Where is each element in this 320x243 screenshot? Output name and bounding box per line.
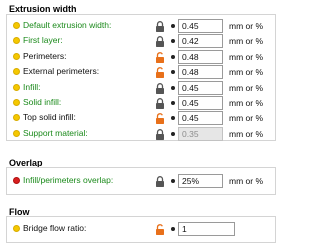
mode-bullet-icon bbox=[13, 129, 20, 137]
unit-label: mm or % bbox=[229, 67, 263, 78]
unit-label: mm or % bbox=[229, 128, 263, 139]
reset-dot-icon[interactable] bbox=[171, 70, 175, 75]
setting-label: External perimeters: bbox=[23, 66, 100, 77]
setting-label: Bridge flow ratio: bbox=[23, 223, 87, 233]
setting-label: Infill/perimeters overlap: bbox=[23, 175, 114, 185]
setting-label: First layer: bbox=[23, 35, 63, 46]
unit-label: mm or % bbox=[229, 98, 263, 108]
reset-dot-icon[interactable] bbox=[171, 227, 175, 231]
unit-label: mm or % bbox=[229, 21, 263, 31]
unlock-icon[interactable] bbox=[155, 224, 165, 235]
setting-row-infill-perimeters-overlap: Infill/perimeters overlap: mm or % bbox=[0, 174, 279, 188]
external-perimeters-input[interactable] bbox=[178, 65, 223, 80]
reset-dot-icon[interactable] bbox=[171, 24, 175, 28]
reset-dot-icon[interactable] bbox=[171, 54, 175, 59]
setting-row-infill: Infill: mm or % bbox=[0, 80, 279, 95]
setting-row-support-material: Support material: mm or % bbox=[0, 126, 279, 141]
infill-perimeters-overlap-input[interactable] bbox=[178, 174, 223, 188]
lock-icon[interactable] bbox=[155, 21, 165, 32]
setting-row-bridge-flow-ratio: Bridge flow ratio: bbox=[0, 222, 279, 236]
mode-bullet-icon bbox=[13, 52, 20, 60]
first-layer-input[interactable] bbox=[178, 34, 223, 49]
mode-bullet-icon bbox=[13, 114, 20, 122]
lock-icon[interactable] bbox=[155, 82, 165, 94]
reset-dot-icon[interactable] bbox=[171, 85, 175, 90]
setting-row-external-perimeters: External perimeters: mm or % bbox=[0, 65, 279, 80]
mode-bullet-icon bbox=[13, 99, 20, 106]
setting-row-top-solid-infill: Top solid infill: mm or % bbox=[0, 111, 279, 126]
reset-dot-icon[interactable] bbox=[171, 116, 175, 121]
reset-dot-icon[interactable] bbox=[171, 101, 175, 105]
reset-dot-icon[interactable] bbox=[171, 179, 175, 183]
setting-row-solid-infill: Solid infill: mm or % bbox=[0, 96, 279, 110]
lock-icon[interactable] bbox=[155, 36, 165, 48]
reset-dot-icon[interactable] bbox=[171, 39, 175, 44]
setting-row-first-layer: First layer: mm or % bbox=[0, 34, 279, 49]
mode-bullet-icon bbox=[13, 177, 20, 184]
lock-icon[interactable] bbox=[155, 128, 165, 140]
setting-label: Infill: bbox=[23, 81, 41, 92]
mode-bullet-icon bbox=[13, 225, 20, 232]
support-material-input[interactable] bbox=[178, 126, 223, 141]
mode-bullet-icon bbox=[13, 83, 20, 91]
setting-label: Support material: bbox=[23, 127, 88, 138]
solid-infill-input[interactable] bbox=[178, 96, 223, 110]
unit-label: mm or % bbox=[229, 51, 263, 62]
top-solid-infill-input[interactable] bbox=[178, 111, 223, 126]
setting-label: Top solid infill: bbox=[23, 112, 76, 123]
unit-label: mm or % bbox=[229, 176, 263, 186]
mode-bullet-icon bbox=[13, 22, 20, 29]
setting-row-default-extrusion-width: Default extrusion width: mm or % bbox=[0, 19, 279, 33]
lock-icon[interactable] bbox=[155, 98, 165, 109]
unlock-icon[interactable] bbox=[155, 51, 165, 63]
unit-label: mm or % bbox=[229, 36, 263, 47]
lock-icon[interactable] bbox=[155, 176, 165, 187]
bridge-flow-ratio-input[interactable] bbox=[178, 222, 235, 236]
unit-label: mm or % bbox=[229, 113, 263, 124]
unlock-icon[interactable] bbox=[155, 67, 165, 79]
infill-input[interactable] bbox=[178, 80, 223, 95]
mode-bullet-icon bbox=[13, 68, 20, 76]
mode-bullet-icon bbox=[13, 37, 20, 45]
setting-label: Solid infill: bbox=[23, 97, 62, 107]
setting-row-perimeters: Perimeters: mm or % bbox=[0, 49, 279, 64]
section-title-extrusion-width: Extrusion width bbox=[9, 4, 77, 14]
unlock-icon[interactable] bbox=[155, 113, 165, 125]
reset-dot-icon[interactable] bbox=[171, 131, 175, 136]
setting-label: Default extrusion width: bbox=[23, 20, 112, 30]
setting-label: Perimeters: bbox=[23, 50, 67, 61]
unit-label: mm or % bbox=[229, 82, 263, 93]
default-extrusion-width-input[interactable] bbox=[178, 19, 223, 33]
perimeters-input[interactable] bbox=[178, 49, 223, 64]
